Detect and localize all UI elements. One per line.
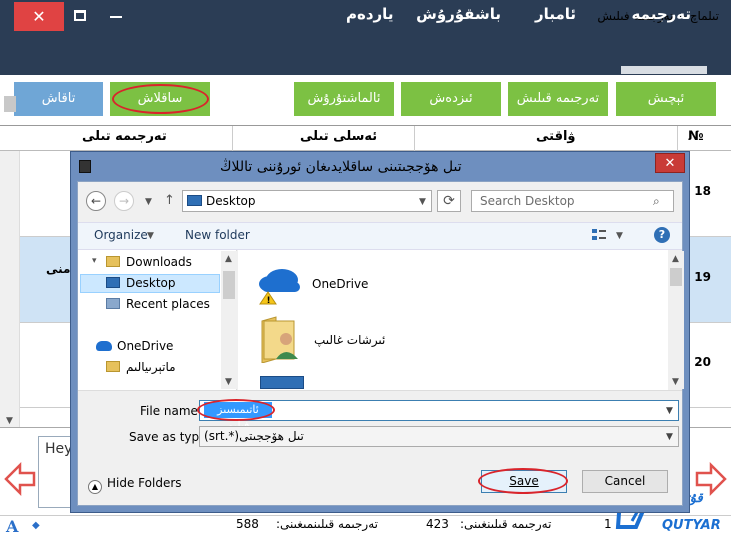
save-button[interactable]: Save xyxy=(481,470,567,493)
save-as-type-dropdown-icon[interactable]: ▼ xyxy=(666,432,673,442)
header-divider xyxy=(677,126,678,151)
close-file-button[interactable]: تاقاش xyxy=(14,82,103,116)
address-text: Desktop xyxy=(206,194,256,208)
nav-item-desktop[interactable]: Desktop xyxy=(80,274,220,293)
scroll-up-icon[interactable]: ▲ xyxy=(672,254,679,264)
dialog-app-icon xyxy=(79,160,91,173)
header-divider xyxy=(232,126,233,151)
up-icon[interactable]: ↑ xyxy=(164,193,175,208)
dialog-title: تىل ھۆججىتىنى ساقلايدىغان ئورۇننى تاللاڭ xyxy=(220,159,462,175)
file-name-label: File name: xyxy=(140,404,202,418)
grid-scrollbar[interactable] xyxy=(0,151,20,427)
files-scrollbar-thumb[interactable] xyxy=(670,268,682,286)
dialog-close-button[interactable]: ✕ xyxy=(655,153,685,173)
untranslated-count: 588 xyxy=(236,517,259,531)
window-close-button[interactable]: ✕ xyxy=(14,2,64,31)
address-dropdown-icon[interactable]: ▼ xyxy=(419,197,426,207)
replace-button[interactable]: ئالماشتۇرۇش xyxy=(294,82,394,116)
computer-icon[interactable] xyxy=(260,376,304,389)
untranslated-label: تەرجىمە قىلىنمىغىنى: xyxy=(276,517,378,531)
desktop-icon xyxy=(187,195,202,206)
minimize-icon[interactable] xyxy=(110,16,122,18)
cancel-button[interactable]: Cancel xyxy=(582,470,668,493)
row-number: 19 xyxy=(694,270,711,284)
row-cell-text: منى xyxy=(46,262,71,276)
user-folder-icon[interactable] xyxy=(258,313,306,363)
organize-dropdown-icon[interactable]: ▼ xyxy=(147,231,154,241)
refresh-button[interactable]: ⟳ xyxy=(437,190,461,212)
recent-dropdown-icon[interactable]: ▼ xyxy=(145,197,152,207)
open-button[interactable]: ئېچىش xyxy=(616,82,716,116)
spin-icon[interactable]: ◆ xyxy=(32,520,40,531)
organize-button[interactable]: Organize xyxy=(94,228,148,242)
search-icon: ⌕ xyxy=(653,194,660,208)
svg-text:!: ! xyxy=(267,296,271,306)
hide-folders-button[interactable]: ▲ Hide Folders xyxy=(88,476,182,494)
onedrive-icon xyxy=(96,341,112,351)
search-button[interactable]: ئىزدەش xyxy=(401,82,501,116)
chevron-up-icon: ▲ xyxy=(88,480,102,494)
file-name-dropdown-icon[interactable]: ▼ xyxy=(666,406,673,416)
scroll-down-icon[interactable]: ▼ xyxy=(6,416,13,426)
collapse-icon[interactable]: ▾ xyxy=(92,256,97,266)
file-label-user-folder[interactable]: ئىرشات غالىپ xyxy=(314,333,385,347)
save-toolbar-button[interactable]: ساقلاش xyxy=(110,82,210,116)
file-label-onedrive[interactable]: OneDrive xyxy=(312,277,368,291)
menu-manage[interactable]: باشقۇرۇش xyxy=(416,5,501,23)
grid-scrollbar-thumb[interactable] xyxy=(4,96,16,112)
brand-name: QUTYAR xyxy=(662,518,721,533)
folder-icon xyxy=(106,256,120,267)
translated-label: تەرجىمە قىلىنغىنى: xyxy=(460,517,552,531)
row-number: 18 xyxy=(694,184,711,198)
help-icon[interactable]: ? xyxy=(654,227,670,243)
row-number: 20 xyxy=(694,355,711,369)
recent-places-icon xyxy=(106,298,120,309)
nav-scrollbar-thumb[interactable] xyxy=(223,271,235,299)
view-options-icon[interactable] xyxy=(591,227,607,243)
status-partial-value: 1 xyxy=(604,517,612,531)
save-as-type-value: تىل ھۆججىتى(*.srt) xyxy=(204,429,304,443)
back-button[interactable]: ← xyxy=(86,191,106,211)
menu-store[interactable]: ئامبار xyxy=(535,5,576,23)
scroll-up-icon[interactable]: ▲ xyxy=(225,254,232,264)
new-folder-button[interactable]: New folder xyxy=(185,228,250,242)
menu-active-indicator xyxy=(621,66,707,74)
header-source-language: ئەسلى تىلى xyxy=(300,129,378,144)
translate-button[interactable]: تەرجىمە قىلىش xyxy=(508,82,608,116)
translated-count: 423 xyxy=(426,517,449,531)
file-name-value[interactable]: ئاتىمىسىز فىلىم xyxy=(204,402,272,432)
nav-item-materials[interactable]: ماتېرىيالىم xyxy=(106,360,176,374)
forward-button[interactable]: → xyxy=(114,191,134,211)
onedrive-icon[interactable]: ! xyxy=(256,262,306,306)
desktop-icon xyxy=(106,277,120,288)
scroll-down-icon[interactable]: ▼ xyxy=(225,377,232,387)
header-number: № xyxy=(688,129,704,144)
previous-arrow-icon[interactable] xyxy=(2,461,38,497)
menu-help[interactable]: ياردەم xyxy=(346,5,393,23)
font-icon[interactable]: A xyxy=(6,517,18,536)
header-divider xyxy=(414,126,415,151)
header-time: ۋاقتى xyxy=(536,129,576,144)
maximize-icon[interactable] xyxy=(74,10,86,21)
header-target-language: تەرجىمە تىلى xyxy=(82,129,167,144)
search-placeholder: Search Desktop xyxy=(480,194,575,208)
folder-icon xyxy=(106,361,120,372)
view-dropdown-icon[interactable]: ▼ xyxy=(616,231,623,241)
scroll-down-icon[interactable]: ▼ xyxy=(672,377,679,387)
nav-item-recent-places[interactable]: Recent places xyxy=(106,297,210,311)
nav-item-onedrive[interactable]: OneDrive xyxy=(96,339,173,353)
nav-item-downloads[interactable]: Downloads xyxy=(106,255,192,269)
menu-translate[interactable]: تەرجىمە xyxy=(632,5,691,23)
